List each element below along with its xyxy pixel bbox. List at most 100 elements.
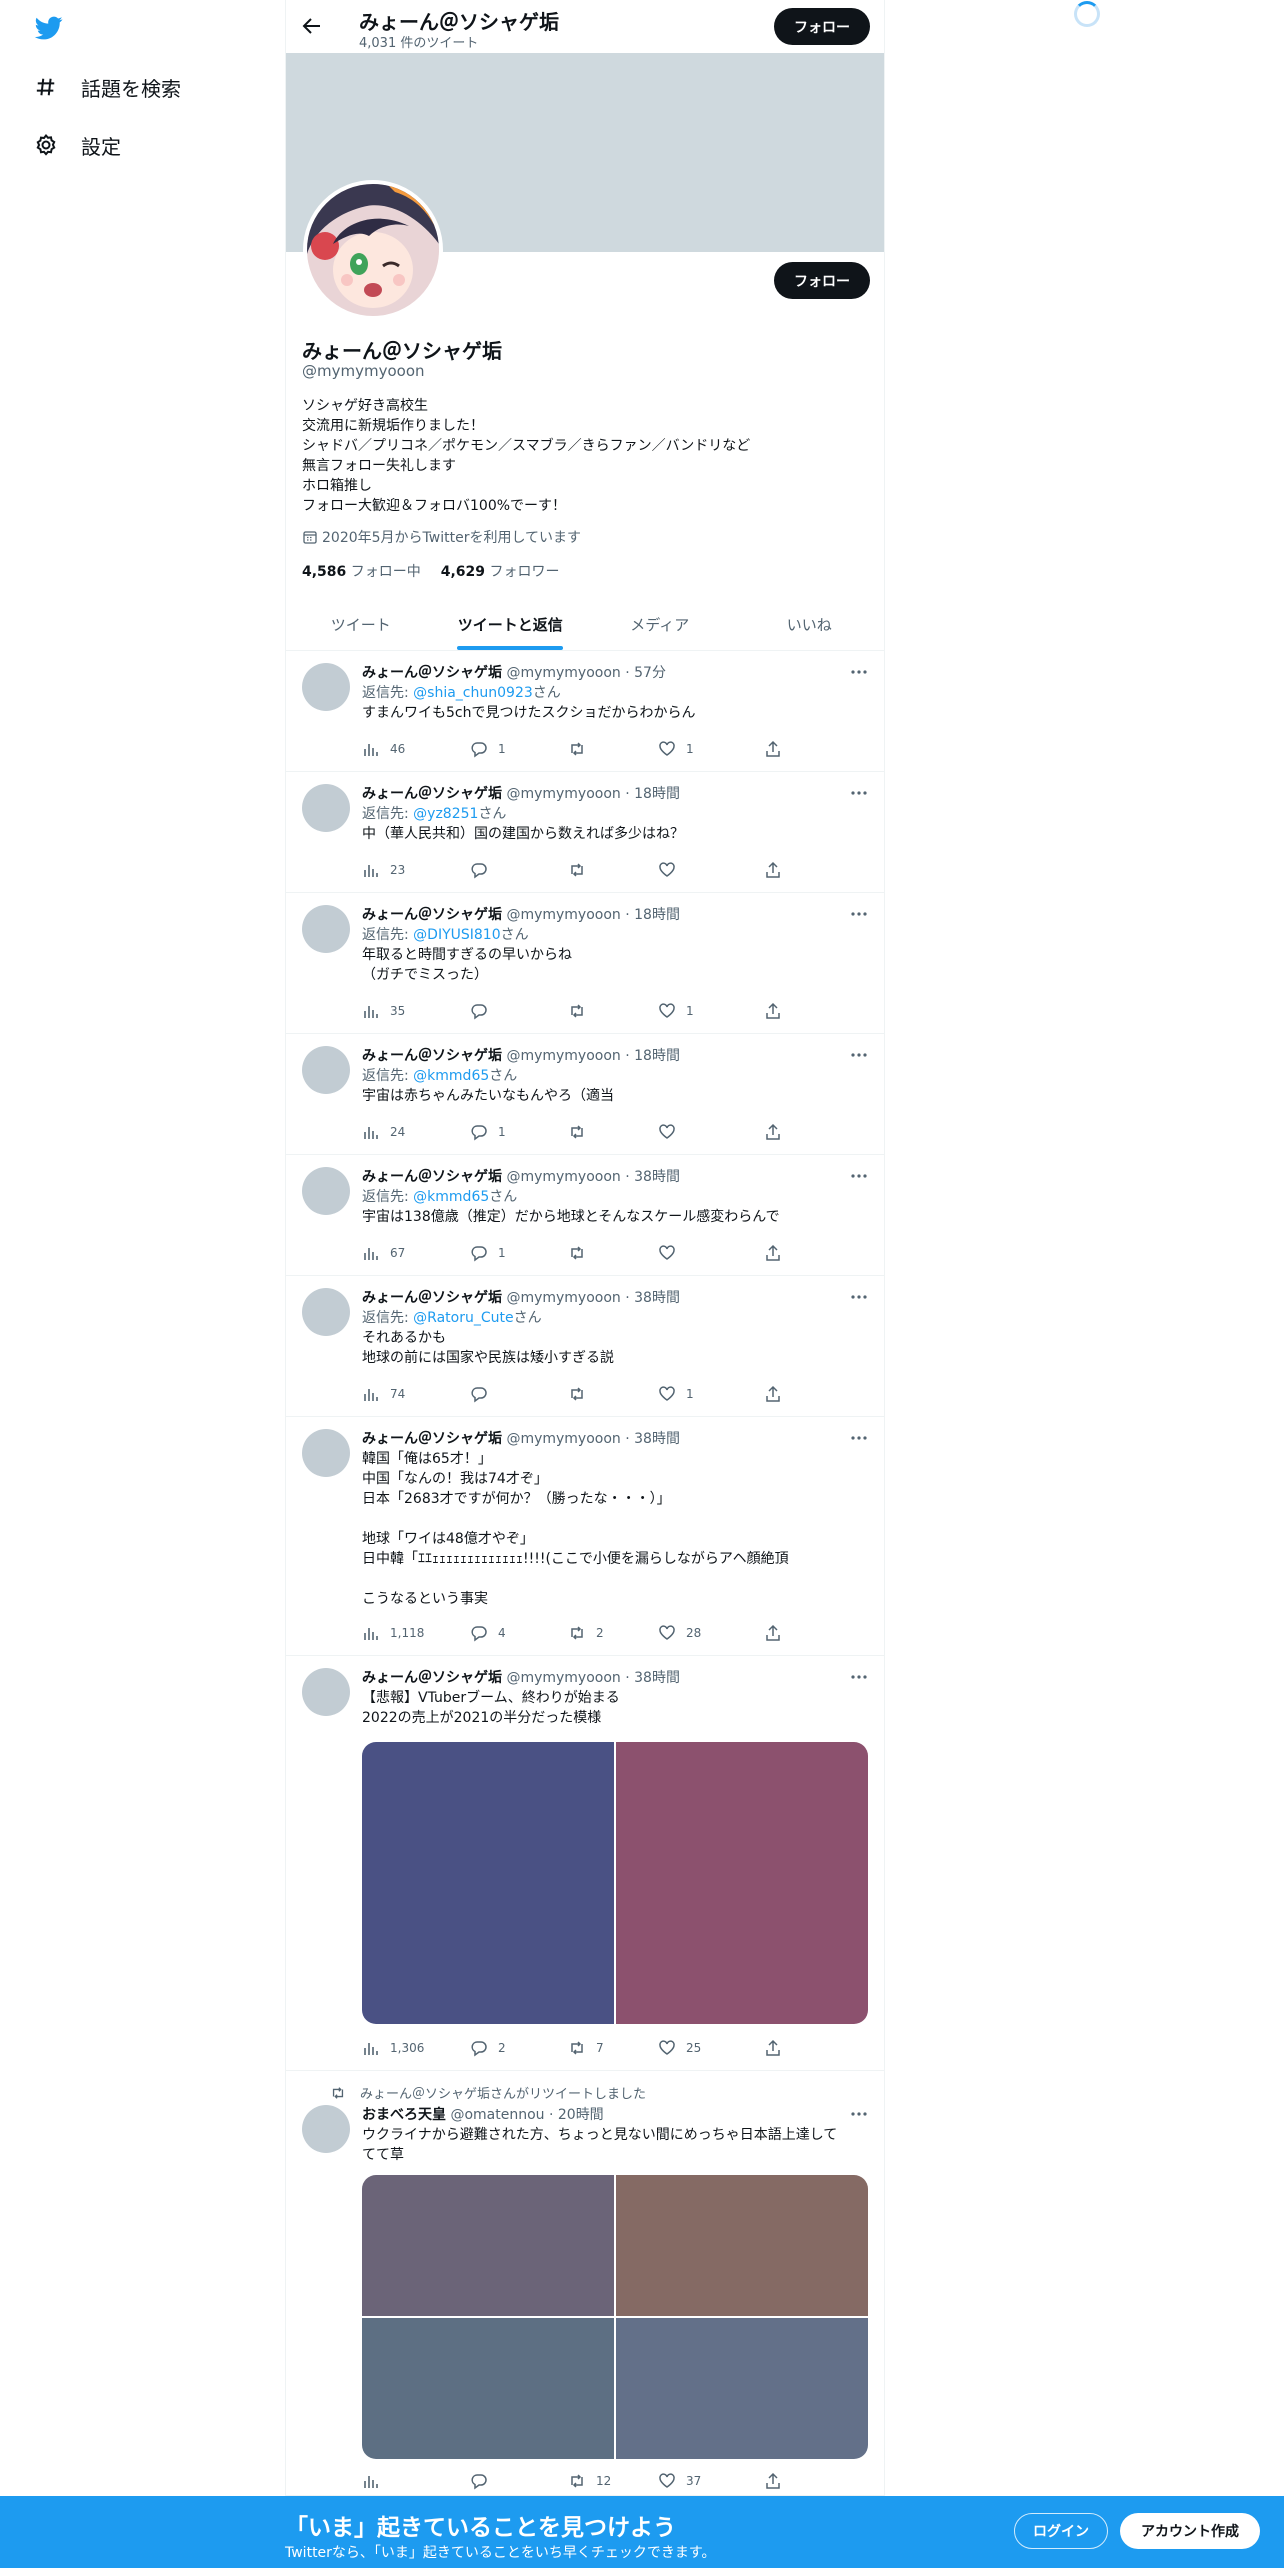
views-button[interactable]: 46 xyxy=(362,739,470,759)
tweet[interactable]: みょーん＠ソシャゲ垢 @mymymyooon · 18時間 返信先: @DIYUS… xyxy=(286,893,884,1034)
login-button[interactable]: ログイン xyxy=(1014,2513,1108,2549)
tweet-author-name[interactable]: みょーん＠ソシャゲ垢 xyxy=(362,1048,502,1064)
reply-to-link[interactable]: @DIYUSI810 xyxy=(413,927,500,943)
tweet-author-name[interactable]: みょーん＠ソシャゲ垢 xyxy=(362,907,502,923)
tweet-handle-time[interactable]: @mymymyooon · 57分 xyxy=(506,665,666,681)
tab-media[interactable]: メディア xyxy=(585,598,735,650)
reply-to-link[interactable]: @shia_chun0923 xyxy=(413,685,533,701)
tweet[interactable]: みょーん＠ソシャゲ垢さんがリツイートしました おまべろ天皇 @omatennou … xyxy=(286,2071,884,2496)
following-link[interactable]: 4,586 フォロー中 xyxy=(302,561,421,581)
share-button[interactable] xyxy=(764,2471,792,2491)
tweet[interactable]: みょーん＠ソシャゲ垢 @mymymyooon · 38時間 返信先: @kmmd6… xyxy=(286,1155,884,1276)
reply-button[interactable]: 1 xyxy=(470,739,568,759)
tweet[interactable]: みょーん＠ソシャゲ垢 @mymymyooon · 57分 返信先: @shia_c… xyxy=(286,651,884,772)
retweet-button[interactable] xyxy=(568,1243,658,1263)
share-button[interactable] xyxy=(764,1001,792,1021)
views-button[interactable]: 1,118 xyxy=(362,1623,470,1643)
views-button[interactable]: 24 xyxy=(362,1122,470,1142)
retweet-button[interactable] xyxy=(568,1001,658,1021)
tweet-avatar[interactable] xyxy=(302,784,350,832)
tweet-handle-time[interactable]: @mymymyooon · 18時間 xyxy=(506,786,680,802)
tweet-media-image[interactable] xyxy=(362,2318,614,2459)
retweet-button[interactable]: 2 xyxy=(568,1623,658,1643)
like-button[interactable]: 37 xyxy=(658,2471,764,2491)
reply-to-link[interactable]: @kmmd65 xyxy=(413,1189,489,1205)
tweet-author-name[interactable]: おまべろ天皇 xyxy=(362,2107,446,2123)
tweet-avatar[interactable] xyxy=(302,905,350,953)
tweet-handle-time[interactable]: @mymymyooon · 18時間 xyxy=(506,1048,680,1064)
tweet-avatar[interactable] xyxy=(302,1288,350,1336)
like-button[interactable]: 28 xyxy=(658,1623,764,1643)
signup-button[interactable]: アカウント作成 xyxy=(1120,2513,1260,2549)
tweet[interactable]: みょーん＠ソシャゲ垢 @mymymyooon · 38時間 韓国「俺は65才！」中… xyxy=(286,1417,884,1656)
tweet-media-image[interactable] xyxy=(362,1742,614,2024)
reply-button[interactable]: 2 xyxy=(470,2038,568,2058)
twitter-logo-icon[interactable] xyxy=(33,14,65,42)
tweet-author-name[interactable]: みょーん＠ソシャゲ垢 xyxy=(362,786,502,802)
tweet-avatar[interactable] xyxy=(302,2105,350,2153)
views-button[interactable]: 67 xyxy=(362,1243,470,1263)
views-button[interactable]: 74 xyxy=(362,1384,470,1404)
share-button[interactable] xyxy=(764,1623,792,1643)
tweet-handle-time[interactable]: @mymymyooon · 38時間 xyxy=(506,1431,680,1447)
retweet-button[interactable] xyxy=(568,1122,658,1142)
tweet-author-name[interactable]: みょーん＠ソシャゲ垢 xyxy=(362,1431,502,1447)
reply-button[interactable]: 1 xyxy=(470,1122,568,1142)
reply-button[interactable]: 1 xyxy=(470,1243,568,1263)
views-button[interactable]: 23 xyxy=(362,860,470,880)
tweet-handle-time[interactable]: @omatennou · 20時間 xyxy=(450,2107,603,2123)
share-button[interactable] xyxy=(764,1243,792,1263)
tweet-media-image[interactable] xyxy=(616,1742,868,2024)
like-button[interactable]: 25 xyxy=(658,2038,764,2058)
tweet[interactable]: みょーん＠ソシャゲ垢 @mymymyooon · 38時間 【悲報】VTuberブ… xyxy=(286,1656,884,2071)
tab-tweets-and-replies[interactable]: ツイートと返信 xyxy=(436,598,586,650)
like-button[interactable]: 1 xyxy=(658,1001,764,1021)
retweet-button[interactable]: 12 xyxy=(568,2471,658,2491)
retweet-button[interactable] xyxy=(568,1384,658,1404)
like-button[interactable]: 1 xyxy=(658,1384,764,1404)
reply-button[interactable]: 4 xyxy=(470,1623,568,1643)
reply-button[interactable] xyxy=(470,860,568,880)
like-button[interactable] xyxy=(658,1122,764,1142)
tweet-media-image[interactable] xyxy=(616,2175,868,2316)
tweet-media-image[interactable] xyxy=(362,2175,614,2316)
reply-to-link[interactable]: @Ratoru_Cute xyxy=(413,1310,513,1326)
tweet[interactable]: みょーん＠ソシャゲ垢 @mymymyooon · 38時間 返信先: @Rator… xyxy=(286,1276,884,1417)
tweet-handle-time[interactable]: @mymymyooon · 18時間 xyxy=(506,907,680,923)
reply-button[interactable] xyxy=(470,2471,568,2491)
tab-likes[interactable]: いいね xyxy=(735,598,885,650)
retweet-button[interactable] xyxy=(568,739,658,759)
tweet-avatar[interactable] xyxy=(302,1046,350,1094)
nav-explore[interactable]: 話題を検索 xyxy=(33,67,181,107)
views-button[interactable]: 35 xyxy=(362,1001,470,1021)
tweet-avatar[interactable] xyxy=(302,1668,350,1716)
back-arrow-icon[interactable] xyxy=(300,14,324,38)
retweet-button[interactable] xyxy=(568,860,658,880)
tweet-media-image[interactable] xyxy=(616,2318,868,2459)
share-button[interactable] xyxy=(764,1122,792,1142)
like-button[interactable]: 1 xyxy=(658,739,764,759)
tweet-handle-time[interactable]: @mymymyooon · 38時間 xyxy=(506,1670,680,1686)
reply-button[interactable] xyxy=(470,1001,568,1021)
header-follow-button[interactable]: フォロー xyxy=(774,8,870,45)
like-button[interactable] xyxy=(658,1243,764,1263)
tweet-handle-time[interactable]: @mymymyooon · 38時間 xyxy=(506,1290,680,1306)
share-button[interactable] xyxy=(764,860,792,880)
reply-to-link[interactable]: @yz8251 xyxy=(413,806,478,822)
share-button[interactable] xyxy=(764,2038,792,2058)
tweet-handle-time[interactable]: @mymymyooon · 38時間 xyxy=(506,1169,680,1185)
tweet[interactable]: みょーん＠ソシャゲ垢 @mymymyooon · 18時間 返信先: @yz825… xyxy=(286,772,884,893)
tweet-author-name[interactable]: みょーん＠ソシャゲ垢 xyxy=(362,665,502,681)
followers-link[interactable]: 4,629 フォロワー xyxy=(441,561,560,581)
like-button[interactable] xyxy=(658,860,764,880)
reply-button[interactable] xyxy=(470,1384,568,1404)
tweet-avatar[interactable] xyxy=(302,1167,350,1215)
views-button[interactable] xyxy=(362,2471,470,2491)
profile-follow-button[interactable]: フォロー xyxy=(774,262,870,299)
tweet-author-name[interactable]: みょーん＠ソシャゲ垢 xyxy=(362,1169,502,1185)
share-button[interactable] xyxy=(764,1384,792,1404)
views-button[interactable]: 1,306 xyxy=(362,2038,470,2058)
tweet[interactable]: みょーん＠ソシャゲ垢 @mymymyooon · 18時間 返信先: @kmmd6… xyxy=(286,1034,884,1155)
tweet-avatar[interactable] xyxy=(302,1429,350,1477)
reply-to-link[interactable]: @kmmd65 xyxy=(413,1068,489,1084)
